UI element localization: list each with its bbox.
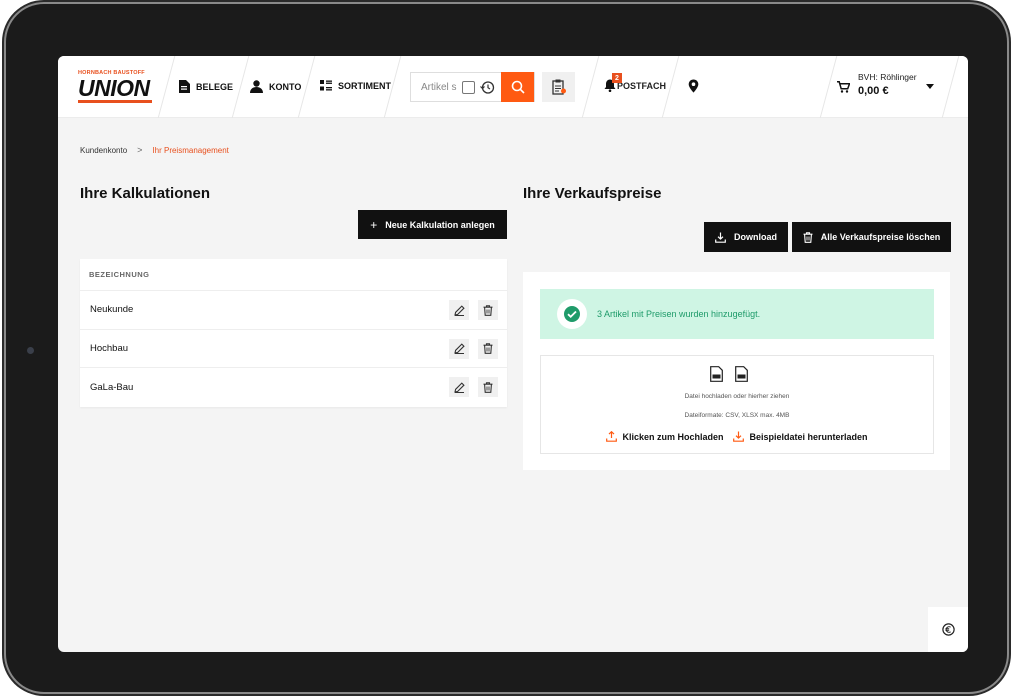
delete-button[interactable] [478,338,498,359]
delete-all-prices-button[interactable]: Alle Verkaufspreise löschen [792,222,951,252]
download-button[interactable]: Download [704,222,788,252]
history-icon[interactable] [480,80,495,95]
success-message: 3 Artikel mit Preisen wurden hinzugefügt… [597,309,761,319]
top-header: HORNBACH BAUSTOFF UNION BELEGE KONTO SOR… [58,56,968,118]
header-divider [581,56,600,118]
table-row[interactable]: Neukunde [80,291,507,330]
delete-button[interactable] [478,377,498,397]
header-divider [819,56,838,118]
xlsx-file-icon [735,366,748,382]
chevron-down-icon[interactable] [926,84,934,89]
nav-postfach[interactable]: 2 POSTFACH [604,73,667,92]
document-icon [179,80,190,93]
download-icon [733,431,745,442]
nav-sortiment-label: SORTIMENT [338,80,391,91]
table-header: BEZEICHNUNG [80,259,507,291]
notification-badge: 2 [612,73,622,83]
new-calculation-label: Neue Kalkulation anlegen [385,219,495,230]
upload-link[interactable]: Klicken zum Hochladen [606,431,723,442]
delete-button[interactable] [478,300,498,320]
breadcrumb-home-link[interactable]: Kundenkonto [80,146,127,155]
header-divider [231,56,250,118]
clipboard-button[interactable] [542,72,575,102]
nav-postfach-label: POSTFACH [617,80,667,91]
breadcrumb-current: Ihr Preismanagement [152,145,229,155]
success-alert: 3 Artikel mit Preisen wurden hinzugefügt… [540,289,934,339]
pencil-icon [453,381,465,393]
camera-dot [27,347,34,354]
pencil-icon [453,343,465,354]
csv-file-icon [710,366,723,382]
success-badge [557,299,587,329]
upload-links: Klicken zum Hochladen Beispieldatei heru… [541,431,933,442]
edit-button[interactable] [449,377,469,397]
cart-amount: 0,00 € [858,85,889,97]
trash-icon [483,304,493,316]
header-divider [157,56,176,118]
nav-konto-label: KONTO [269,81,302,92]
euro-circle-icon [941,623,955,636]
trash-icon [483,381,493,393]
plus-icon: + [370,217,378,232]
verkaufspreise-title: Ihre Verkaufspreise [523,185,662,202]
calculation-name: Neukunde [90,304,134,316]
pencil-icon [453,304,465,316]
app-screen: HORNBACH BAUSTOFF UNION BELEGE KONTO SOR… [58,56,968,652]
check-circle-icon [564,306,580,322]
formats-hint: Dateiformate: CSV, XLSX max. 4MB [684,412,790,419]
upload-hint: Datei hochladen oder hierher ziehen [684,393,790,400]
breadcrumb: Kundenkonto > Ihr Preismanagement [80,145,229,155]
calculation-name: GaLa-Bau [90,381,134,393]
account-name: BVH: Röhlinger [858,72,917,82]
list-grid-icon [320,80,332,91]
upload-link-label: Klicken zum Hochladen [622,431,724,442]
sample-download-link[interactable]: Beispieldatei herunterladen [733,431,868,442]
file-type-icons [710,366,748,382]
breadcrumb-separator: > [137,145,143,155]
file-dropzone[interactable]: Datei hochladen oder hierher ziehen Date… [540,355,934,454]
upload-icon [606,431,618,442]
search-checkbox[interactable] [462,81,475,94]
edit-button[interactable] [449,300,469,320]
sample-download-label: Beispieldatei herunterladen [749,431,868,442]
delete-all-prices-label: Alle Verkaufspreise löschen [820,232,941,242]
calculation-name: Hochbau [90,342,129,354]
search-icon [511,80,525,94]
header-divider [941,56,960,118]
kalkulationen-title: Ihre Kalkulationen [80,185,211,202]
download-label: Download [734,232,777,242]
trash-icon [803,231,813,243]
nav-belege-label: BELEGE [196,81,234,92]
trash-icon [483,343,493,354]
new-calculation-button[interactable]: + Neue Kalkulation anlegen [358,210,507,239]
logo-brand-text: UNION [78,75,152,103]
calculations-table: BEZEICHNUNG Neukunde Hochbau GaLa-Bau [80,259,507,407]
table-row[interactable]: GaLa-Bau [80,368,507,407]
logo[interactable]: HORNBACH BAUSTOFF UNION [78,70,152,106]
tablet-frame: HORNBACH BAUSTOFF UNION BELEGE KONTO SOR… [6,4,1007,692]
location-pin-icon[interactable] [688,79,699,93]
cart-icon[interactable] [837,81,850,93]
nav-sortiment[interactable]: SORTIMENT [320,80,391,91]
prices-card: 3 Artikel mit Preisen wurden hinzugefügt… [523,272,950,470]
search-input[interactable]: Artikel s [421,82,457,93]
nav-konto[interactable]: KONTO [250,80,301,93]
download-icon [715,232,726,243]
account-summary[interactable]: BVH: Röhlinger 0,00 € [858,72,917,97]
search-button[interactable] [501,72,534,102]
edit-button[interactable] [449,338,469,359]
currency-toggle-button[interactable] [928,607,968,652]
table-row[interactable]: Hochbau [80,330,507,368]
nav-belege[interactable]: BELEGE [179,80,233,93]
user-icon [250,80,263,93]
clipboard-list-icon [551,79,566,95]
